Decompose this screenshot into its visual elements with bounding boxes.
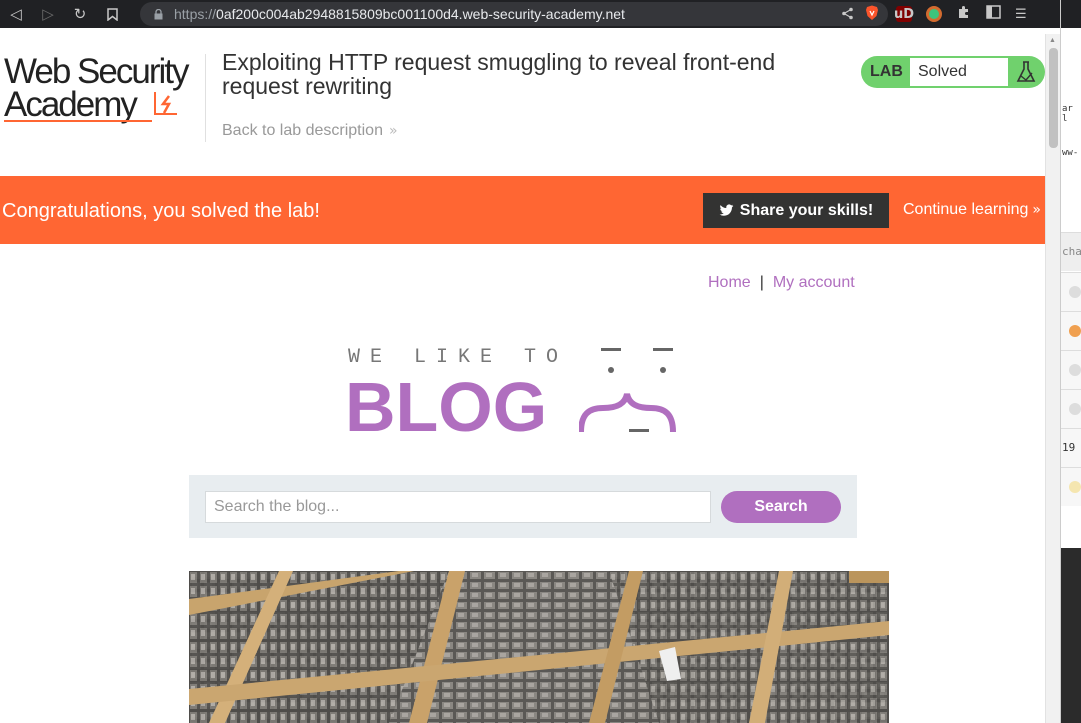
home-link[interactable]: Home [708,274,751,291]
side-text-4: 19 [1062,441,1076,454]
share-icon[interactable] [841,7,854,24]
side-text-1: ar l [1062,104,1073,124]
extensions-puzzle-icon[interactable] [956,4,972,24]
back-icon[interactable]: ◁ [0,0,32,28]
blog-tagline: WE LIKE TO [348,346,569,369]
double-chevron-icon: » [388,123,398,139]
bookmark-icon[interactable] [96,0,128,28]
share-skills-button[interactable]: Share your skills! [703,193,889,228]
ublock-extension-icon[interactable]: uD [894,6,914,22]
reload-icon[interactable]: ↻ [64,0,96,28]
brave-shield-icon[interactable] [864,5,880,25]
web-security-academy-logo[interactable]: Web Security Academy [4,54,204,128]
address-bar[interactable]: https://0af200c004ab2948815809bc001100d4… [140,2,888,26]
blog-word: BLOG [345,368,548,446]
double-chevron-icon: » [1032,202,1041,218]
nav-separator: | [759,274,764,291]
lab-status-badge: LAB Solved [861,56,1045,88]
academy-header: Web Security Academy Exploiting HTTP req… [0,34,1045,176]
blog-post-image[interactable] [189,571,889,723]
search-input[interactable] [205,491,711,523]
continue-learning-link[interactable]: Continue learning» [903,201,1041,219]
lightning-bolt-icon [154,92,177,115]
blog-top-nav: Home | My account [708,274,855,292]
extension-circle-icon[interactable] [926,6,942,22]
twitter-icon [719,204,734,216]
search-button[interactable]: Search [721,491,841,523]
sidebar-toggle-icon[interactable] [986,5,1001,23]
url-text: https://0af200c004ab2948815809bc001100d4… [174,6,625,22]
page-scrollbar[interactable]: ▲ [1045,34,1060,723]
blog-face-icon [579,348,676,433]
congratulations-banner: Congratulations, you solved the lab! Sha… [0,176,1045,244]
lock-icon [154,8,164,19]
lab-status-text: Solved [910,58,1008,86]
flask-icon [1016,61,1036,82]
forward-icon[interactable]: ▷ [32,0,64,28]
side-text-3: cha [1062,245,1081,258]
web-page: Web Security Academy Exploiting HTTP req… [0,34,1045,723]
back-to-description-link[interactable]: Back to lab description» [222,122,398,140]
side-window: ar l ww- cha 19 [1060,0,1081,723]
search-form: Search [189,475,857,538]
scroll-thumb[interactable] [1049,48,1058,148]
lab-title: Exploiting HTTP request smuggling to rev… [222,49,776,99]
typeset-letters-image [189,571,889,723]
blog-logo: WE LIKE TO BLOG [345,342,705,442]
congrats-message: Congratulations, you solved the lab! [2,200,320,222]
browser-toolbar: ◁ ▷ ↻ https://0af200c004ab2948815809bc00… [0,0,1060,28]
scroll-up-icon[interactable]: ▲ [1049,37,1056,44]
lab-label: LAB [870,63,903,80]
my-account-link[interactable]: My account [773,274,855,291]
side-text-2: ww- [1062,148,1079,158]
menu-icon[interactable]: ☰ [1015,7,1027,22]
